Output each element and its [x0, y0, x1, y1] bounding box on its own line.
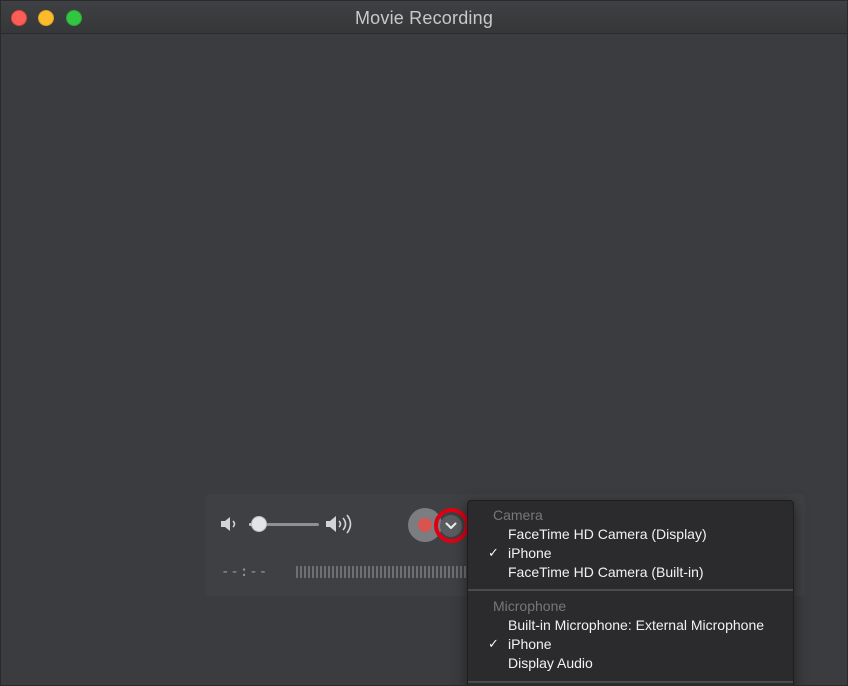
highlight-annotation-circle: [434, 508, 469, 543]
volume-slider-knob[interactable]: [250, 516, 267, 532]
checkmark-icon: ✓: [488, 545, 499, 560]
elapsed-time: --:--: [221, 564, 269, 580]
menu-item-label: FaceTime HD Camera (Built-in): [508, 564, 704, 580]
checkmark-icon: ✓: [488, 636, 499, 651]
menu-item-camera-facetime-builtin[interactable]: FaceTime HD Camera (Built-in): [468, 564, 793, 583]
menu-item-label: Display Audio: [508, 655, 593, 671]
audio-level-meter: [296, 566, 471, 578]
speaker-high-icon[interactable]: [325, 513, 357, 535]
menu-item-camera-iphone[interactable]: ✓ iPhone: [468, 545, 793, 564]
camera-section-header: Camera: [493, 507, 543, 523]
menu-separator: [468, 681, 793, 683]
titlebar[interactable]: Movie Recording: [1, 1, 847, 34]
menu-separator: [468, 589, 793, 591]
menu-item-mic-builtin-external[interactable]: Built-in Microphone: External Microphone: [468, 617, 793, 636]
menu-item-camera-facetime-display[interactable]: FaceTime HD Camera (Display): [468, 526, 793, 545]
recording-options-menu: Camera FaceTime HD Camera (Display) ✓ iP…: [467, 500, 794, 685]
menu-item-label: iPhone: [508, 545, 552, 561]
menu-item-mic-iphone[interactable]: ✓ iPhone: [468, 636, 793, 655]
menu-item-label: Built-in Microphone: External Microphone: [508, 617, 765, 633]
menu-item-label: FaceTime HD Camera (Display): [508, 526, 707, 542]
microphone-section-header: Microphone: [493, 598, 567, 614]
window-title: Movie Recording: [354, 8, 494, 28]
menu-item-label: iPhone: [508, 636, 552, 652]
speaker-low-icon[interactable]: [220, 515, 242, 533]
movie-recording-window: Movie Recording --:-- Camera FaceTime HD…: [0, 0, 848, 686]
menu-item-mic-display-audio[interactable]: Display Audio: [468, 655, 793, 674]
record-icon: [418, 518, 432, 532]
